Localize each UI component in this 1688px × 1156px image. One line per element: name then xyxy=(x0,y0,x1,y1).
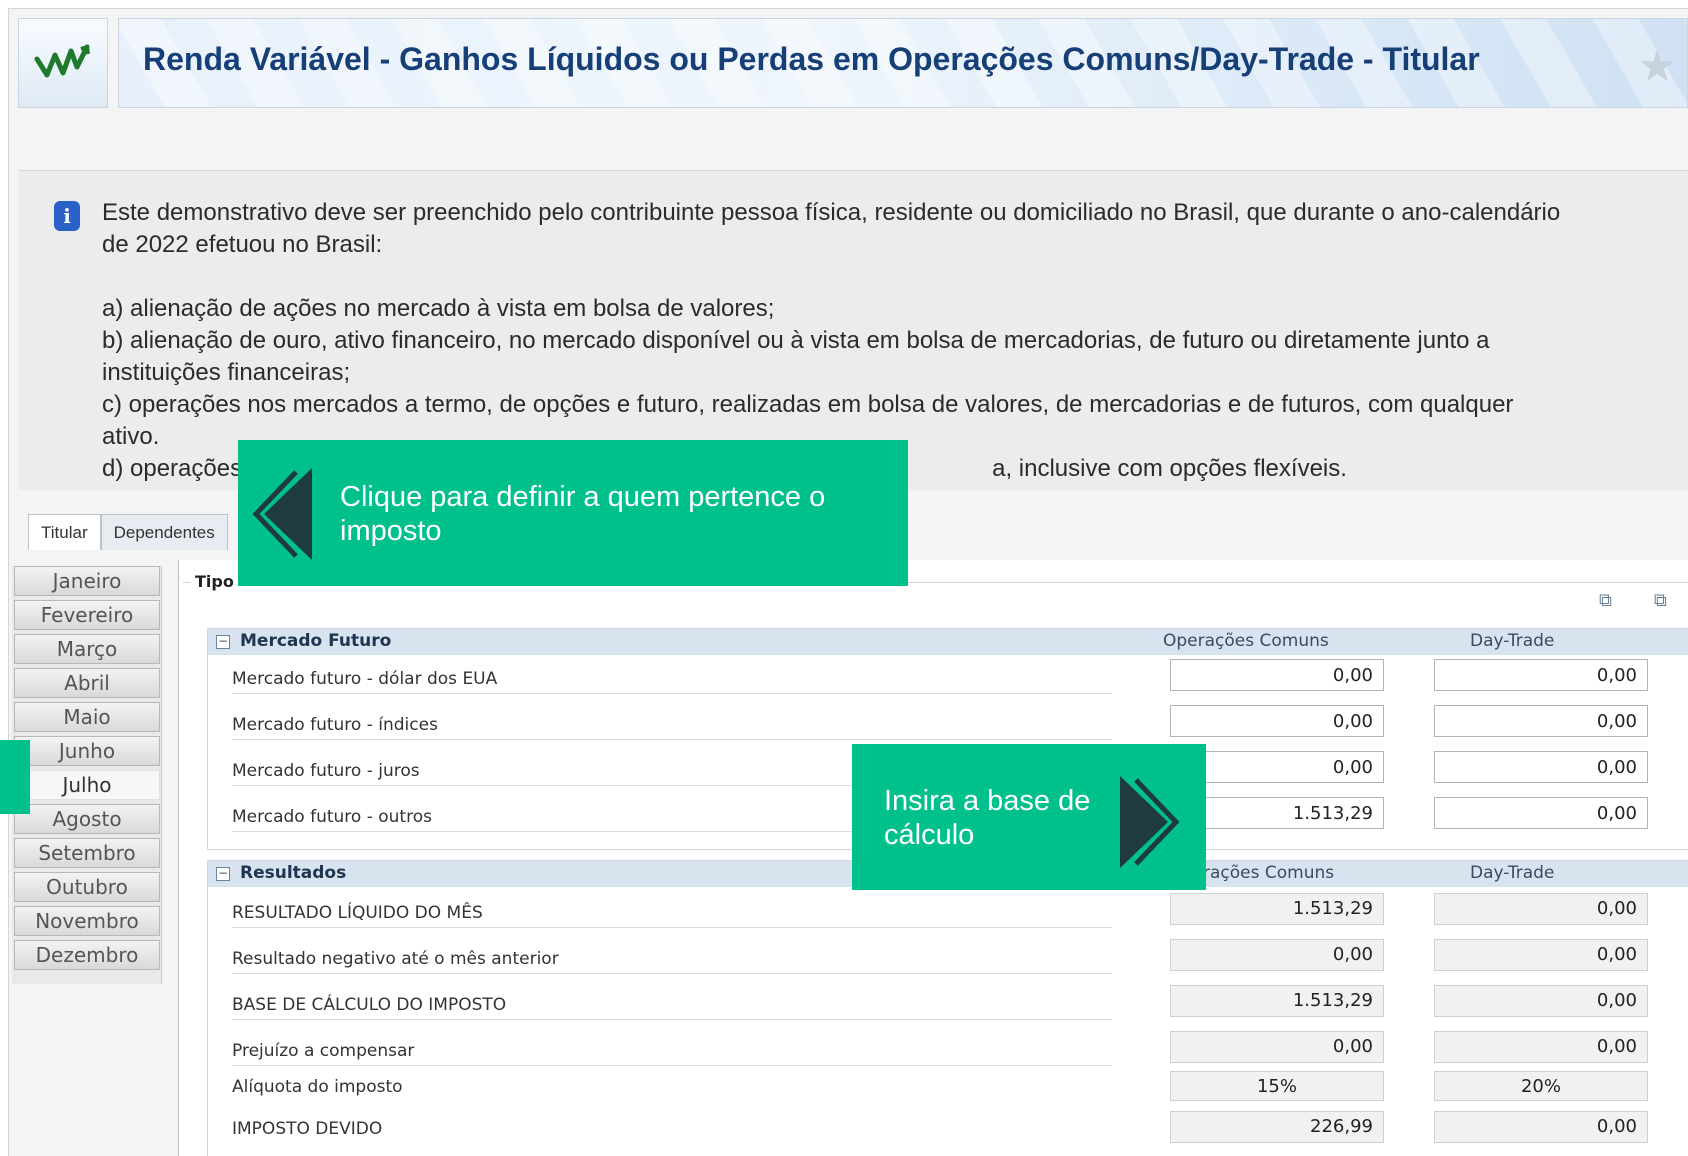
month-julho[interactable]: Julho xyxy=(14,770,160,800)
info-line-start: d) operações xyxy=(102,455,243,482)
section-title: Resultados xyxy=(240,863,347,883)
row-label: Alíquota do imposto xyxy=(232,1077,403,1097)
input-daytrade[interactable] xyxy=(1434,797,1648,829)
section-header: − Mercado Futuro Operações Comuns Day-Tr… xyxy=(208,629,1688,655)
input-comuns[interactable] xyxy=(1170,705,1384,737)
chevron-left-icon xyxy=(252,468,312,560)
month-maio[interactable]: Maio xyxy=(14,702,160,732)
value-daytrade: 20% xyxy=(1434,1071,1648,1101)
input-daytrade[interactable] xyxy=(1434,705,1648,737)
value-comuns: 226,99 xyxy=(1170,1111,1384,1143)
copy-item-icon[interactable]: ⧉ xyxy=(1654,590,1684,612)
value-comuns: 1.513,29 xyxy=(1170,893,1384,925)
callout-owner-text: Clique para definir a quem pertence o im… xyxy=(340,481,826,547)
month-abril[interactable]: Abril xyxy=(14,668,160,698)
callout-base-text: Insira a base de cálculo xyxy=(884,785,1091,851)
month-janeiro[interactable]: Janeiro xyxy=(14,566,160,596)
page-title: Renda Variável - Ganhos Líquidos ou Perd… xyxy=(143,41,1480,77)
month-agosto[interactable]: Agosto xyxy=(14,804,160,834)
info-line-end: a, inclusive com opções flexíveis. xyxy=(992,455,1347,482)
info-line: Este demonstrativo deve ser preenchido p… xyxy=(102,199,1561,226)
header-bar: Renda Variável - Ganhos Líquidos ou Perd… xyxy=(118,18,1688,108)
col-header-comuns: Operações Comuns xyxy=(1163,631,1329,651)
row-label: IMPOSTO DEVIDO xyxy=(232,1119,383,1139)
value-daytrade: 0,00 xyxy=(1434,1031,1648,1063)
month-list: Janeiro Fevereiro Março Abril Maio Junho… xyxy=(12,566,162,984)
row-label: Prejuízo a compensar xyxy=(232,1041,1112,1066)
row-label: Mercado futuro - dólar dos EUA xyxy=(232,669,1112,694)
value-comuns: 15% xyxy=(1170,1071,1384,1101)
collapse-icon[interactable]: − xyxy=(216,635,230,649)
tab-dependentes[interactable]: Dependentes xyxy=(100,514,228,550)
chevron-right-icon xyxy=(1120,776,1180,868)
month-dezembro[interactable]: Dezembro xyxy=(14,940,160,970)
month-setembro[interactable]: Setembro xyxy=(14,838,160,868)
value-comuns: 0,00 xyxy=(1170,1031,1384,1063)
value-daytrade: 0,00 xyxy=(1434,1111,1648,1143)
month-fevereiro[interactable]: Fevereiro xyxy=(14,600,160,630)
row-label: BASE DE CÁLCULO DO IMPOSTO xyxy=(232,995,1112,1020)
section-title: Mercado Futuro xyxy=(240,631,392,651)
month-outubro[interactable]: Outubro xyxy=(14,872,160,902)
input-comuns[interactable] xyxy=(1170,659,1384,691)
info-line: b) alienação de ouro, ativo financeiro, … xyxy=(102,327,1490,354)
value-comuns: 0,00 xyxy=(1170,939,1384,971)
callout-base: Insira a base de cálculo xyxy=(852,744,1206,890)
input-daytrade[interactable] xyxy=(1434,751,1648,783)
callout-edge-marker xyxy=(0,740,30,814)
info-icon: i xyxy=(54,201,80,231)
tab-titular[interactable]: Titular xyxy=(28,514,101,550)
month-junho[interactable]: Junho xyxy=(14,736,160,766)
month-marco[interactable]: Março xyxy=(14,634,160,664)
section-resultados: − Resultados rações Comuns Day-Trade RES… xyxy=(207,860,1688,1156)
info-line: a) alienação de ações no mercado à vista… xyxy=(102,295,775,322)
row-label: Mercado futuro - índices xyxy=(232,715,1112,740)
favorite-star-icon[interactable]: ★ xyxy=(1638,41,1677,92)
col-header-daytrade: Day-Trade xyxy=(1470,631,1555,651)
callout-owner: Clique para definir a quem pertence o im… xyxy=(238,440,908,586)
month-novembro[interactable]: Novembro xyxy=(14,906,160,936)
value-daytrade: 0,00 xyxy=(1434,939,1648,971)
row-label: RESULTADO LÍQUIDO DO MÊS xyxy=(232,903,1112,928)
value-daytrade: 0,00 xyxy=(1434,893,1648,925)
owner-tabs: Titular Dependentes xyxy=(28,514,228,550)
app-logo-icon xyxy=(18,18,108,108)
fieldset-legend: Tipo xyxy=(191,572,238,591)
row-label: Resultado negativo até o mês anterior xyxy=(232,949,1112,974)
collapse-icon[interactable]: − xyxy=(216,867,230,881)
info-line: de 2022 efetuou no Brasil: xyxy=(102,231,383,258)
info-line: instituições financeiras; xyxy=(102,359,351,386)
col-header-daytrade: Day-Trade xyxy=(1470,863,1555,883)
value-daytrade: 0,00 xyxy=(1434,985,1648,1017)
input-daytrade[interactable] xyxy=(1434,659,1648,691)
value-comuns: 1.513,29 xyxy=(1170,985,1384,1017)
col-header-comuns: rações Comuns xyxy=(1203,863,1335,883)
info-line: c) operações nos mercados a termo, de op… xyxy=(102,391,1514,418)
add-item-icon[interactable]: ⧉ xyxy=(1599,590,1629,612)
